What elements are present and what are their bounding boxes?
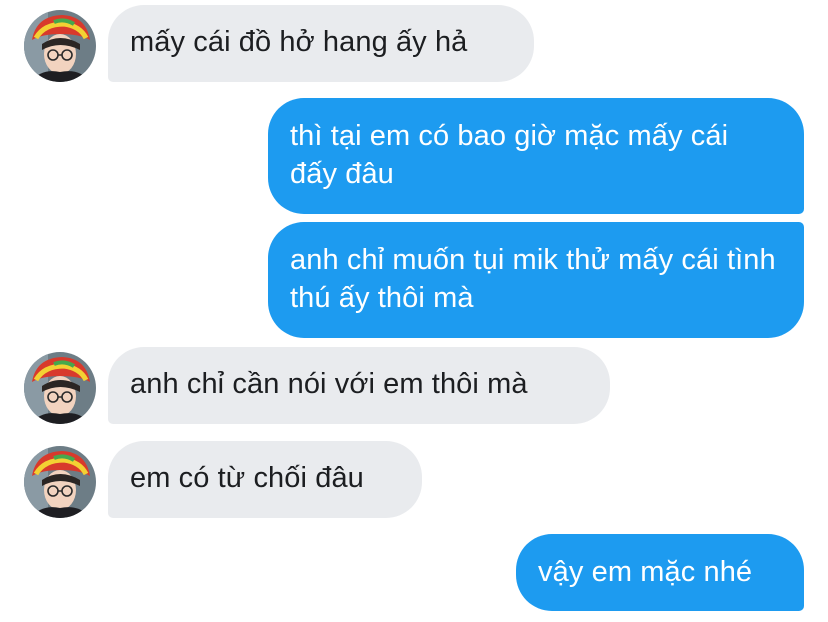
message-text: mấy cái đồ hở hang ấy hả [130, 26, 468, 58]
message-text: thì tại em có bao giờ mặc mấy cái đấy đâ… [290, 120, 729, 190]
message-bubble-incoming[interactable]: em có từ chối đâu [108, 441, 422, 518]
message-text: em có từ chối đâu [130, 462, 364, 494]
message-bubble-outgoing[interactable]: thì tại em có bao giờ mặc mấy cái đấy đâ… [268, 98, 804, 214]
user-avatar-icon[interactable] [24, 446, 96, 518]
message-text: anh chỉ cần nói với em thôi mà [130, 368, 528, 400]
message-bubble-incoming[interactable]: mấy cái đồ hở hang ấy hả [108, 5, 534, 82]
chat-thread: mấy cái đồ hở hang ấy hả thì tại em có b… [0, 0, 828, 622]
message-bubble-incoming[interactable]: anh chỉ cần nói với em thôi mà [108, 347, 610, 424]
message-text: vậy em mặc nhé [538, 556, 753, 588]
user-avatar-icon[interactable] [24, 10, 96, 82]
message-bubble-outgoing[interactable]: anh chỉ muốn tụi mik thử mấy cái tình th… [268, 222, 804, 338]
message-text: anh chỉ muốn tụi mik thử mấy cái tình th… [290, 244, 776, 314]
message-bubble-outgoing[interactable]: vậy em mặc nhé [516, 534, 804, 611]
user-avatar-icon[interactable] [24, 352, 96, 424]
